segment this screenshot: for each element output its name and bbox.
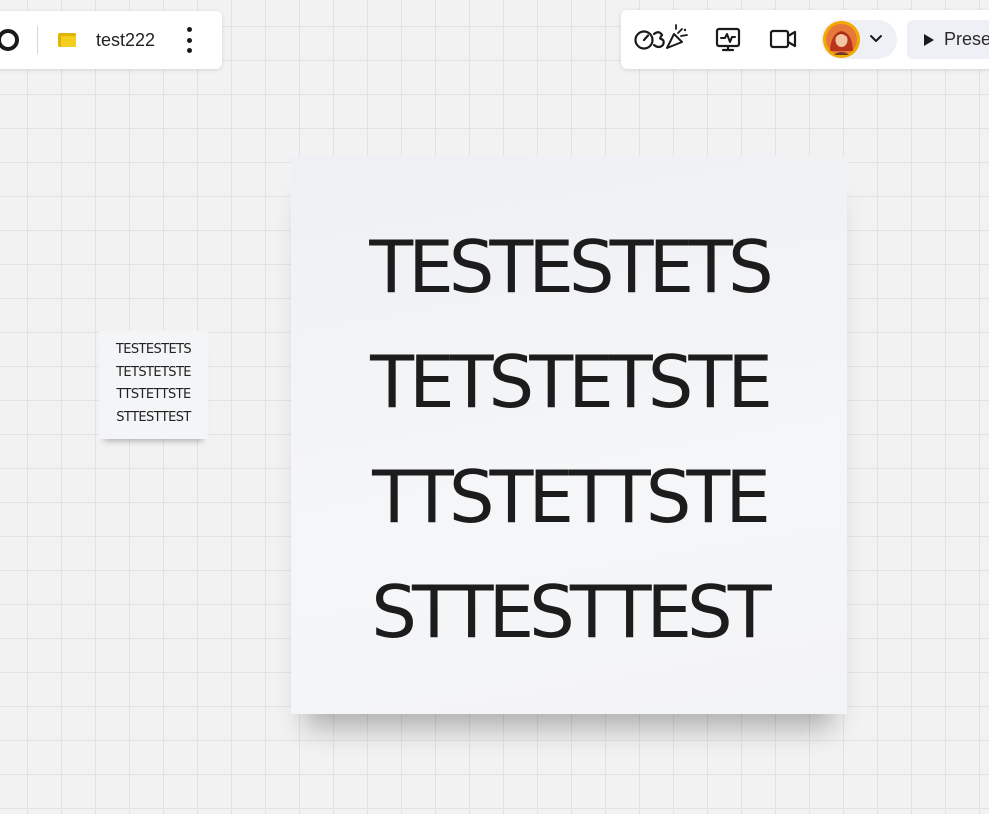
panel-divider bbox=[37, 26, 38, 54]
user-menu-button[interactable] bbox=[821, 20, 897, 59]
board-menu-button[interactable] bbox=[183, 25, 195, 55]
sticky-text-line: TESTESTETS bbox=[369, 225, 774, 309]
collaboration-toolbar: Present bbox=[621, 10, 989, 69]
kebab-dot bbox=[186, 37, 192, 43]
sticky-text-line: TETSTETSTE bbox=[116, 364, 191, 380]
timer-confetti-icon[interactable] bbox=[634, 24, 690, 54]
sticky-note-large[interactable]: TESTESTETS TETSTETSTE TTSTETTSTE STTESTT… bbox=[291, 156, 847, 714]
sticky-text-line: TETSTETSTE bbox=[370, 340, 773, 424]
board-info-panel: test222 bbox=[0, 11, 222, 69]
activity-board-icon[interactable] bbox=[715, 24, 743, 54]
user-avatar bbox=[823, 21, 860, 58]
sticky-text-line: TESTESTETS bbox=[115, 342, 192, 357]
present-label: Present bbox=[944, 29, 989, 49]
board-name[interactable]: test222 bbox=[96, 30, 155, 51]
kebab-dot bbox=[186, 48, 192, 53]
play-icon bbox=[924, 33, 934, 46]
sticky-note-small[interactable]: TESTESTETS TETSTETSTE TTSTETTSTE STTESTT… bbox=[99, 331, 208, 439]
sticky-text-line: TTSTETTSTE bbox=[372, 455, 771, 539]
sticky-text-line: STTESTTEST bbox=[371, 570, 771, 654]
folder-icon bbox=[58, 33, 76, 47]
video-camera-icon[interactable] bbox=[769, 24, 799, 54]
sticky-text-line: TTSTETTSTE bbox=[116, 387, 191, 402]
chevron-down-icon bbox=[870, 35, 882, 42]
sticky-text-line: STTESTTEST bbox=[116, 409, 191, 425]
kebab-dot bbox=[186, 27, 192, 32]
app-logo-icon[interactable] bbox=[0, 29, 19, 51]
present-button[interactable]: Present bbox=[907, 20, 989, 59]
